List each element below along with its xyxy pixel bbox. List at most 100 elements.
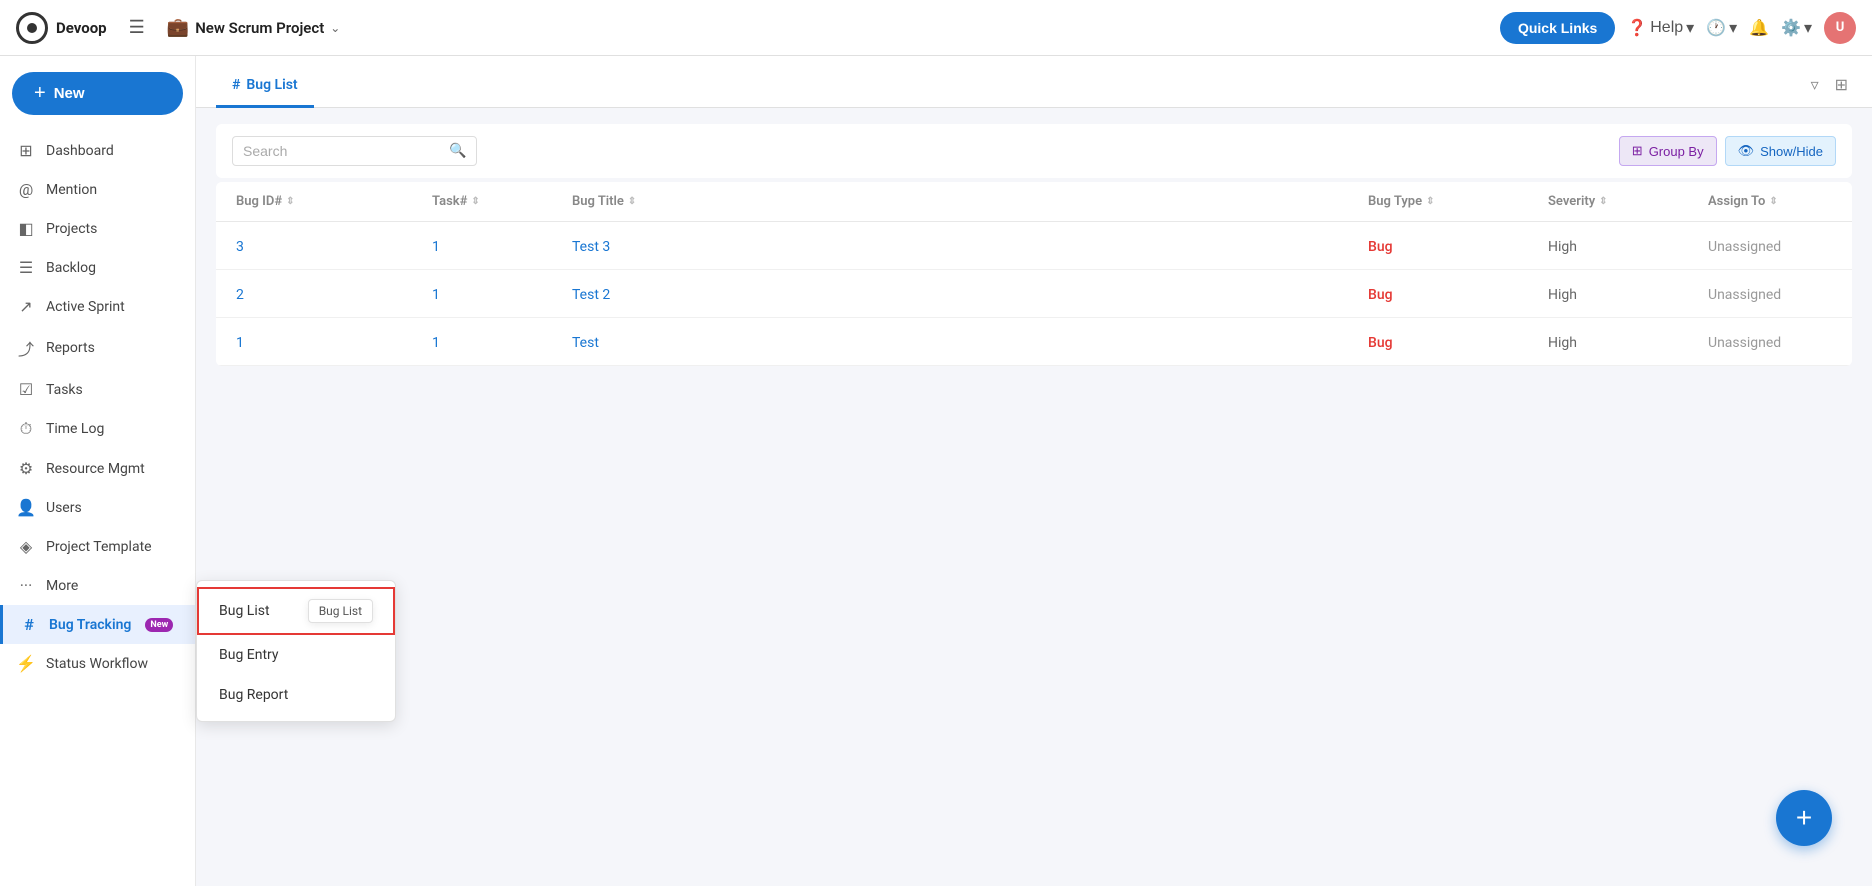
cell-task-2: 1 [416,284,556,303]
title-link-3[interactable]: Test [572,335,599,351]
sidebar-item-project-template[interactable]: ◈ Project Template [0,527,195,566]
bug-list-tab-icon: # [232,77,240,93]
history-icon: 🕐 [1706,18,1726,38]
logo-text: Devoop [56,19,107,37]
sidebar-item-dashboard[interactable]: ⊞ Dashboard [0,131,195,170]
dropdown-item-bug-report[interactable]: Bug Report [197,675,395,715]
sidebar-item-status-workflow[interactable]: ⚡ Status Workflow [0,644,195,683]
toolbar: 🔍 ⊞ Group By 👁 Show/Hide [216,124,1852,178]
history-button[interactable]: 🕐 ▾ [1706,18,1737,38]
bug-id-link-3[interactable]: 1 [236,335,244,351]
task-link-2[interactable]: 1 [432,287,440,303]
table-row: 3 1 Test 3 Bug High [216,222,1852,270]
settings-button[interactable]: ⚙️ ▾ [1781,18,1812,38]
sidebar-label-dashboard: Dashboard [46,143,114,159]
logo-area: Devoop [16,12,107,44]
resource-mgmt-icon: ⚙ [16,459,36,478]
table-row: 1 1 Test Bug High [216,318,1852,366]
dropdown-bug-report-label: Bug Report [219,687,288,703]
bug-id-link-1[interactable]: 3 [236,239,244,255]
notifications-button[interactable]: 🔔 [1749,18,1769,38]
task-link-1[interactable]: 1 [432,239,440,255]
tab-bar: # Bug List ▿ ⊞ [196,56,1872,108]
title-link-2[interactable]: Test 2 [572,287,610,303]
cell-severity-1: High [1532,236,1692,255]
severity-2: High [1548,287,1577,303]
sidebar-item-active-sprint[interactable]: ↗ Active Sprint [0,287,195,326]
show-hide-label: Show/Hide [1760,144,1823,159]
avatar[interactable]: U [1824,12,1856,44]
sidebar-item-tasks[interactable]: ☑ Tasks [0,370,195,409]
sidebar-item-bug-tracking[interactable]: # Bug Tracking New [0,605,195,644]
logo-icon [16,12,48,44]
mention-icon: @ [16,180,36,199]
dropdown-bug-list-label: Bug List [219,603,270,619]
cell-title-3: Test [556,332,1352,351]
cell-assign-1: Unassigned [1692,236,1852,255]
project-selector[interactable]: 💼 New Scrum Project ⌄ [159,13,349,42]
sidebar-label-project-template: Project Template [46,539,152,555]
sidebar-label-time-log: Time Log [46,421,104,437]
sort-icon-bug-id[interactable]: ⇕ [286,196,294,207]
show-hide-button[interactable]: 👁 Show/Hide [1725,136,1836,166]
search-box[interactable]: 🔍 [232,136,477,166]
cell-assign-3: Unassigned [1692,332,1852,351]
sort-icon-title[interactable]: ⇕ [628,196,636,207]
task-link-3[interactable]: 1 [432,335,440,351]
help-label: Help [1650,19,1683,37]
hamburger-button[interactable]: ☰ [123,11,151,44]
projects-icon: ◧ [16,219,36,238]
cell-type-3: Bug [1352,332,1532,351]
col-header-bug-id: Bug ID# ⇕ [216,194,416,209]
sort-icon-assign[interactable]: ⇕ [1769,196,1777,207]
search-icon: 🔍 [449,143,466,159]
dropdown-item-bug-list[interactable]: Bug List Bug List [197,587,395,635]
new-button[interactable]: + New [12,72,183,115]
cell-assign-2: Unassigned [1692,284,1852,303]
col-header-severity: Severity ⇕ [1532,194,1692,209]
top-bar: Devoop ☰ 💼 New Scrum Project ⌄ Quick Lin… [0,0,1872,56]
group-by-icon: ⊞ [1632,143,1643,159]
sort-icon-severity[interactable]: ⇕ [1599,196,1607,207]
col-header-type-label: Bug Type ⇕ [1368,194,1516,209]
col-header-title: Bug Title ⇕ [556,194,1352,209]
sidebar-item-users[interactable]: 👤 Users [0,488,195,527]
sidebar-item-projects[interactable]: ◧ Projects [0,209,195,248]
plus-icon: + [34,82,46,105]
sidebar-item-backlog[interactable]: ☰ Backlog [0,248,195,287]
group-by-label: Group By [1649,144,1704,159]
bug-id-link-2[interactable]: 2 [236,287,244,303]
sidebar-item-more[interactable]: ··· More [0,566,195,605]
sidebar-label-status-workflow: Status Workflow [46,656,148,672]
bug-type-3: Bug [1368,335,1393,351]
help-button[interactable]: ❓ Help ▾ [1627,18,1694,38]
help-chevron-icon: ▾ [1686,18,1694,38]
sidebar-label-reports: Reports [46,340,95,356]
sidebar-label-tasks: Tasks [46,382,83,398]
quick-links-button[interactable]: Quick Links [1500,12,1615,44]
dropdown-item-bug-entry[interactable]: Bug Entry [197,635,395,675]
filter-button[interactable]: ▿ [1807,71,1823,99]
columns-button[interactable]: ⊞ [1831,71,1852,99]
sort-icon-task[interactable]: ⇕ [471,196,479,207]
sidebar: + New ⊞ Dashboard @ Mention ◧ Projects ☰ [0,56,196,886]
tasks-icon: ☑ [16,380,36,399]
search-input[interactable] [243,143,443,159]
cell-title-1: Test 3 [556,236,1352,255]
sidebar-item-mention[interactable]: @ Mention [0,170,195,209]
cell-title-2: Test 2 [556,284,1352,303]
content-body: 🔍 ⊞ Group By 👁 Show/Hide [196,108,1872,886]
tab-bug-list[interactable]: # Bug List [216,65,314,108]
col-header-type: Bug Type ⇕ [1352,194,1532,209]
fab-button[interactable]: + [1776,790,1832,846]
sidebar-item-resource-mgmt[interactable]: ⚙ Resource Mgmt [0,449,195,488]
filter-icon: ▿ [1811,77,1819,94]
cell-severity-3: High [1532,332,1692,351]
sort-icon-type[interactable]: ⇕ [1426,196,1434,207]
col-header-title-label: Bug Title ⇕ [572,194,1336,209]
content-area: # Bug List ▿ ⊞ 🔍 [196,56,1872,886]
sidebar-item-time-log[interactable]: ⏱ Time Log [0,409,195,449]
sidebar-item-reports[interactable]: ⤴ Reports [0,326,195,370]
group-by-button[interactable]: ⊞ Group By [1619,136,1717,166]
title-link-1[interactable]: Test 3 [572,239,610,255]
